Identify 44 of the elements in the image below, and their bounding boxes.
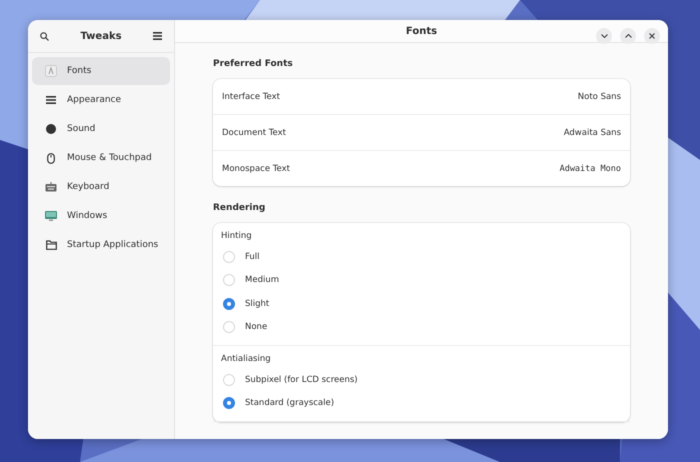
sidebar-item[interactable]: Mouse & Touchpad (32, 144, 170, 172)
group-title: Antialiasing (221, 354, 272, 364)
sidebar-title: Tweaks (80, 30, 122, 42)
option-label: Full (245, 252, 260, 262)
option-label: Standard (grayscale) (245, 398, 334, 408)
radio-button[interactable] (223, 298, 235, 310)
sidebar-item[interactable]: Appearance (32, 86, 170, 114)
option-label: Medium (245, 275, 279, 286)
font-value[interactable]: Noto Sans (578, 92, 621, 102)
sidebar-item[interactable]: Fonts (32, 57, 170, 85)
option-label: None (245, 322, 268, 332)
sidebar-item[interactable]: Keyboard (32, 173, 170, 201)
folder-icon (46, 240, 56, 250)
menu-icon (46, 96, 56, 104)
option-label: Slight (245, 298, 270, 309)
close-button[interactable] (644, 28, 660, 44)
option-label: Subpixel (for LCD screens) (245, 374, 358, 385)
keyboard-icon (45, 182, 57, 192)
minimize-button[interactable] (596, 28, 612, 44)
radio-button[interactable] (223, 397, 235, 410)
window-title: Fonts (406, 26, 438, 36)
monitor-icon (45, 211, 57, 221)
sidebar-item[interactable]: Startup Applications (32, 231, 170, 259)
row-label: Document Text (222, 128, 286, 138)
section-title: Preferred Fonts (213, 59, 294, 69)
maximize-button[interactable] (620, 28, 636, 44)
chevron-up-icon (624, 34, 632, 38)
mouse-icon (47, 152, 55, 164)
close-icon (649, 33, 655, 39)
font-value[interactable]: Adwaita Mono (560, 164, 621, 174)
menu-icon (153, 32, 162, 40)
sidebar-item[interactable]: Sound (32, 115, 170, 143)
font-value[interactable]: Adwaita Sans (564, 128, 621, 138)
sidebar-item[interactable]: Windows (32, 202, 170, 230)
search-button[interactable] (38, 30, 51, 42)
search-icon (40, 32, 49, 40)
section-title: Rendering (213, 203, 266, 213)
chevron-down-icon (600, 34, 608, 38)
group-title: Hinting (221, 231, 253, 241)
font-icon (45, 65, 57, 77)
row-label: Interface Text (222, 92, 280, 102)
row-label: Monospace Text (222, 164, 290, 174)
circle-icon (46, 124, 56, 134)
menu-button[interactable] (151, 30, 164, 42)
